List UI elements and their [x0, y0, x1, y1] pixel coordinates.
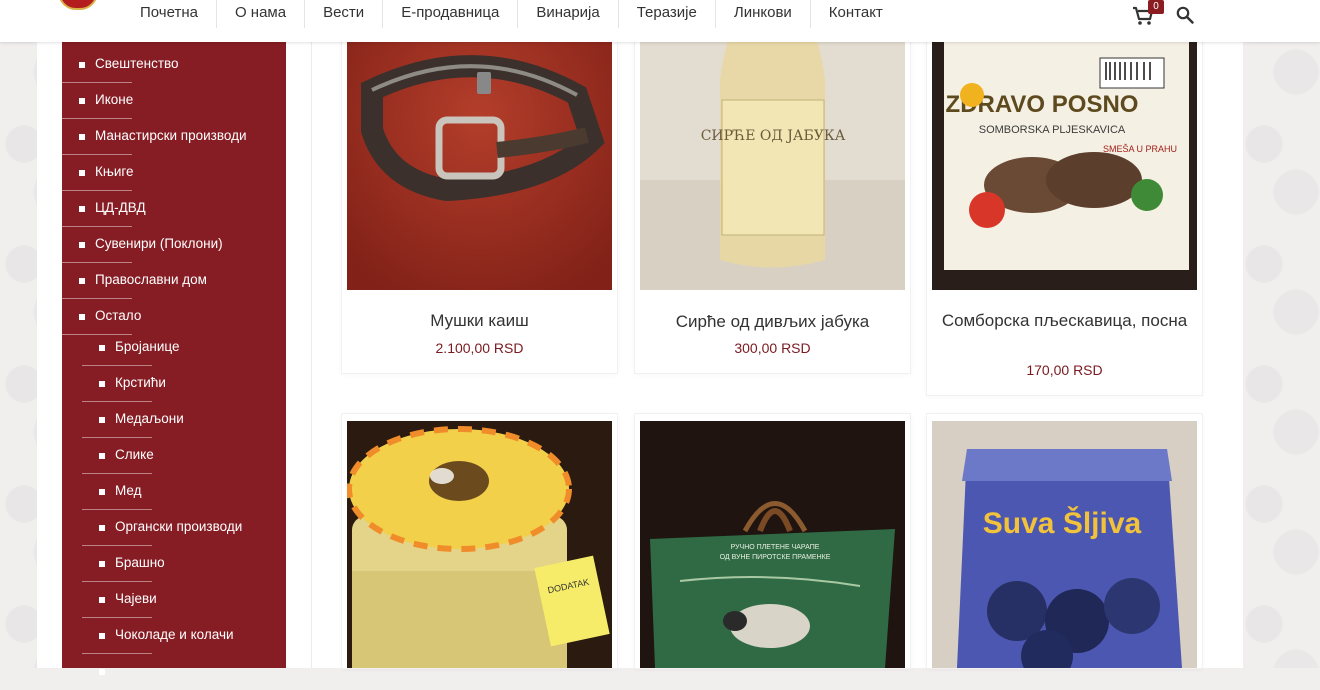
sidebar-item-more[interactable] [62, 654, 286, 690]
bullet-icon [99, 633, 105, 639]
sidebar-item-knjige[interactable]: Књиге [62, 155, 286, 191]
sidebar-item-med[interactable]: Мед [62, 474, 286, 510]
sidebar-item-brojanice[interactable]: Бројанице [62, 330, 286, 366]
product-title[interactable]: Сомборска пљескавица, посна [937, 310, 1192, 332]
product-image[interactable] [347, 0, 612, 290]
nav-item-vinarija[interactable]: Винарија [518, 0, 619, 28]
sidebar-item-label: Слике [115, 447, 154, 462]
sidebar-item-cokolade[interactable]: Чоколаде и колачи [62, 618, 286, 654]
product-card-vinegar[interactable]: СИРЋЕ ОД ЈАБУКА Сирће од дивљих јабука 3… [635, 0, 910, 373]
sidebar-item-label: Свештенство [95, 56, 179, 71]
product-image[interactable]: СИРЋЕ ОД ЈАБУКА [640, 0, 905, 290]
bullet-icon [99, 669, 105, 675]
sidebar-item-manastirski-proizvodi[interactable]: Манастирски производи [62, 119, 286, 155]
sidebar-item-cajevi[interactable]: Чајеви [62, 582, 286, 618]
package-text-line1: РУЧНО ПЛЕТЕНЕ ЧАРАПЕ [731, 544, 820, 551]
sidebar-item-label: Манастирски производи [95, 128, 247, 143]
cart-count-badge: 0 [1148, 0, 1164, 14]
sidebar-item-label: Органски производи [115, 519, 243, 534]
sidebar-item-label: Сувенири (Поклони) [95, 236, 223, 251]
product-tag-text: SMEŠA U PRAHU [1103, 144, 1177, 154]
bottle-label: СИРЋЕ ОД ЈАБУКА [701, 128, 846, 144]
sidebar-item-label: Православни дом [95, 272, 207, 287]
sidebar-item-label: Чоколаде и колачи [115, 627, 234, 642]
background-pattern-right [1240, 0, 1320, 668]
bullet-icon [99, 381, 105, 387]
product-title[interactable]: Мушки каиш [352, 310, 607, 332]
bullet-icon [99, 561, 105, 567]
sidebar-item-label: Бројанице [115, 339, 180, 354]
nav-item-kontakt[interactable]: Контакт [811, 0, 901, 28]
sidebar-item-label: Остало [95, 308, 142, 323]
sidebar-item-label: Крстићи [115, 375, 166, 390]
brand-text: Suva Šljiva [983, 506, 1142, 540]
product-card-honey[interactable]: DODATAK [342, 414, 617, 668]
product-price: 2.100,00 RSD [435, 340, 524, 356]
bullet-icon [79, 314, 85, 320]
search-icon[interactable] [1176, 6, 1194, 24]
nav-item-o-nama[interactable]: О нама [217, 0, 306, 28]
sidebar-item-suveniri[interactable]: Сувенири (Поклони) [62, 227, 286, 263]
product-image[interactable]: DODATAK [347, 421, 612, 668]
bullet-icon [79, 62, 85, 68]
sidebar-item-label: ЦД-ДВД [95, 200, 146, 215]
product-image[interactable]: РУЧНО ПЛЕТЕНЕ ЧАРАПЕ ОД ВУНЕ ПИРОТСКЕ ПР… [640, 421, 905, 668]
sidebar-item-label: Брашно [115, 555, 165, 570]
bullet-icon [79, 278, 85, 284]
nav-item-e-prodavnica[interactable]: Е-продавница [383, 0, 519, 28]
product-image[interactable]: ZDRAVO POSNO SOMBORSKA PLJESKAVICA SMEŠA… [932, 0, 1197, 290]
product-image[interactable]: Suva Šljiva [932, 421, 1197, 668]
sidebar-item-organski-proizvodi[interactable]: Органски производи [62, 510, 286, 546]
bullet-icon [99, 489, 105, 495]
product-card-pljeskavica[interactable]: ZDRAVO POSNO SOMBORSKA PLJESKAVICA SMEŠA… [927, 0, 1202, 395]
product-title[interactable]: Сирће од дивљих јабука [645, 311, 900, 333]
category-sidebar: Свештенство Иконе Манастирски производи … [62, 0, 286, 675]
product-price: 170,00 RSD [1026, 362, 1103, 378]
nav-item-vesti[interactable]: Вести [305, 0, 384, 28]
nav-item-linkovi[interactable]: Линкови [716, 0, 811, 28]
sidebar-item-cd-dvd[interactable]: ЦД-ДВД [62, 191, 286, 227]
site-logo[interactable] [58, 0, 98, 10]
top-navigation-bar: Почетна О нама Вести Е-продавница Винари… [0, 0, 1320, 42]
sidebar-item-ikone[interactable]: Иконе [62, 83, 286, 119]
sidebar-item-brasno[interactable]: Брашно [62, 546, 286, 582]
main-menu: Почетна О нама Вести Е-продавница Винари… [122, 0, 901, 28]
product-card-prunes[interactable]: Suva Šljiva [927, 414, 1202, 668]
product-subtitle-text: SOMBORSKA PLJESKAVICA [979, 124, 1126, 136]
bullet-icon [79, 242, 85, 248]
package-text-line2: ОД ВУНЕ ПИРОТСКЕ ПРАМЕНКЕ [720, 554, 831, 561]
sidebar-item-label: Мед [115, 483, 142, 498]
sidebar-item-label: Иконе [95, 92, 134, 107]
product-price: 300,00 RSD [734, 340, 811, 356]
sidebar-item-medaljoni[interactable]: Медаљони [62, 402, 286, 438]
bullet-icon [79, 170, 85, 176]
sidebar-item-krstici[interactable]: Крстићи [62, 366, 286, 402]
bullet-icon [99, 525, 105, 531]
nav-item-terazije[interactable]: Теразије [619, 0, 716, 28]
product-card-belt[interactable]: Мушки каиш 2.100,00 RSD [342, 0, 617, 373]
nav-item-pocetna[interactable]: Почетна [122, 0, 217, 28]
product-card-socks[interactable]: РУЧНО ПЛЕТЕНЕ ЧАРАПЕ ОД ВУНЕ ПИРОТСКЕ ПР… [635, 414, 910, 668]
bullet-icon [79, 134, 85, 140]
sidebar-item-label: Медаљони [115, 411, 184, 426]
bullet-icon [99, 453, 105, 459]
bullet-icon [99, 597, 105, 603]
bullet-icon [99, 345, 105, 351]
sidebar-item-label: Књиге [95, 164, 134, 179]
sidebar-item-slike[interactable]: Слике [62, 438, 286, 474]
sidebar-item-svestenstvo[interactable]: Свештенство [62, 47, 286, 83]
sidebar-item-pravoslavni-dom[interactable]: Православни дом [62, 263, 286, 299]
bullet-icon [79, 98, 85, 104]
bullet-icon [99, 417, 105, 423]
bullet-icon [79, 206, 85, 212]
column-divider [311, 0, 312, 668]
sidebar-item-label: Чајеви [115, 591, 157, 606]
